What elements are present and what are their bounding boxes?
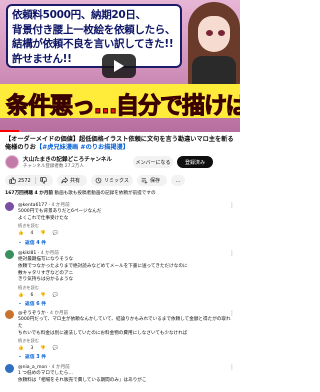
thumbs-up-icon[interactable] bbox=[9, 177, 16, 184]
more-actions-icon: … bbox=[175, 177, 181, 184]
join-membership-button[interactable]: メンバーになる bbox=[133, 156, 173, 168]
share-label: 共有 bbox=[70, 178, 81, 184]
play-button[interactable] bbox=[102, 54, 136, 78]
comment-avatar[interactable] bbox=[5, 202, 14, 211]
comment-like-count: 3 bbox=[30, 346, 34, 351]
comment-actions: 👍 6 👎 💬 bbox=[18, 292, 58, 299]
comment-menu-icon[interactable]: ⋮ bbox=[229, 250, 235, 257]
share-button[interactable]: 共有 bbox=[57, 175, 87, 186]
chevron-down-icon: ⌄ bbox=[18, 240, 23, 245]
comment-avatar[interactable] bbox=[5, 364, 14, 373]
thumbnail-banner-text: 条件悪っ…自分で描けば？ bbox=[6, 93, 241, 120]
comment-actions: 👍 3 👎 💬 bbox=[18, 345, 58, 352]
remix-label: リミックス bbox=[104, 178, 129, 184]
channel-avatar[interactable] bbox=[5, 155, 19, 169]
comment-actions: 👍 4 👎 💬 bbox=[18, 230, 58, 237]
thumbnail-speech-text: 依頼料5000円、納期20日、 背景付き腰上一枚絵を依頼したら、 結構が依頼不良… bbox=[12, 9, 176, 65]
comment-reply-icon[interactable]: 💬 bbox=[53, 293, 58, 298]
comment-item: @ぞうぞうか · 4 か月前 ⋮ 5000円だって、マロ主が依頼なんかしていて、… bbox=[5, 310, 237, 360]
comment-text: 絶対最期描写になりそうな 依頼でつなかったよりまで絶対読みなどめてメールを下書に… bbox=[18, 257, 188, 283]
read-more-link[interactable]: 続きを読む bbox=[18, 223, 39, 229]
description-text: 動画も歌も投稿者動画の記録を依頼が前提ですの bbox=[54, 191, 156, 196]
comment-text: 5000円だって、マロ主が依頼なんかしていて、結論りかもみれでいるまで依頼して金… bbox=[18, 317, 231, 336]
play-icon bbox=[114, 60, 124, 72]
comment-dislike-icon[interactable]: 👎 bbox=[40, 346, 45, 351]
comment-like-count: 6 bbox=[30, 293, 34, 298]
video-actions: 2572 共有 リミックス 保存 … bbox=[5, 175, 237, 187]
save-button[interactable]: 保存 bbox=[137, 175, 167, 186]
upload-date: 4 か月前 bbox=[34, 191, 54, 196]
comment-author[interactable]: @kikl81 · 4 か月前 bbox=[18, 250, 59, 256]
comment-text: 1 つ低めのマロでしたら… 依頼料は「相場をそれ販売で費している期間のみ」はあり… bbox=[18, 371, 147, 383]
channel-row: 大山たまきの記録どころチャンネル チャンネル登録者数 27.2万人 メンバーにな… bbox=[5, 154, 237, 172]
save-label: 保存 bbox=[150, 178, 161, 184]
chevron-down-icon: ⌄ bbox=[18, 301, 23, 306]
comment-reply-icon[interactable]: 💬 bbox=[53, 231, 58, 236]
remix-button[interactable]: リミックス bbox=[91, 175, 133, 186]
comment-author[interactable]: @nia_a_mon · 4 か月前 bbox=[18, 364, 70, 370]
comment-author[interactable]: @ぞうぞうか · 4 か月前 bbox=[18, 310, 68, 316]
comment-text: 5000円でも背景ありだと6ページなんだ よくこれで仕事受けたな bbox=[18, 209, 102, 221]
thumbnail-speech-bubble: 依頼料5000円、納期20日、 背景付き腰上一枚絵を依頼したら、 結構が依頼不良… bbox=[6, 4, 182, 68]
thumbs-down-icon[interactable] bbox=[40, 177, 47, 184]
comment-reply-icon[interactable]: 💬 bbox=[53, 346, 58, 351]
channel-subscriber-count: チャンネル登録者数 27.2万人 bbox=[23, 164, 84, 169]
share-icon bbox=[61, 177, 68, 184]
save-playlist-icon bbox=[141, 178, 148, 184]
comment-avatar[interactable] bbox=[5, 310, 14, 319]
video-title-tags[interactable]: 【#虎兄妹漫画 #のりお描掲漫】 bbox=[36, 144, 129, 151]
like-dislike-group[interactable]: 2572 bbox=[5, 175, 53, 186]
video-description[interactable]: 167万回視聴 4 か月前 動画も歌も投稿者動画の記録を依頼が前提ですの bbox=[5, 190, 237, 198]
like-divider bbox=[34, 177, 36, 184]
comment-menu-icon[interactable]: ⋮ bbox=[229, 310, 235, 317]
comment-like-icon[interactable]: 👍 bbox=[18, 231, 23, 236]
comment-like-icon[interactable]: 👍 bbox=[18, 293, 23, 298]
like-count: 2572 bbox=[18, 177, 31, 184]
thumbnail-character bbox=[184, 2, 240, 88]
comment-avatar[interactable] bbox=[5, 250, 14, 259]
comment-like-icon[interactable]: 👍 bbox=[18, 346, 23, 351]
view-replies-button[interactable]: ⌄ 返信 6 件 bbox=[18, 300, 46, 307]
read-more-link[interactable]: 続きを読む bbox=[18, 338, 39, 344]
chevron-down-icon: ⌄ bbox=[18, 354, 23, 359]
video-progress-bar[interactable] bbox=[0, 130, 20, 132]
view-replies-button[interactable]: ⌄ 返信 3 件 bbox=[18, 353, 46, 360]
channel-name[interactable]: 大山たまきの記録どころチャンネル bbox=[23, 155, 112, 163]
video-player[interactable]: 依頼料5000円、納期20日、 背景付き腰上一枚絵を依頼したら、 結構が依頼不良… bbox=[0, 0, 240, 132]
comment-item: @nia_a_mon · 4 か月前 ⋮ 1 つ低めのマロでしたら… 依頼料は「… bbox=[5, 364, 237, 390]
comment-menu-icon[interactable]: ⋮ bbox=[229, 364, 235, 371]
more-actions-button[interactable]: … bbox=[171, 175, 185, 186]
comment-dislike-icon[interactable]: 👎 bbox=[40, 293, 45, 298]
remix-icon bbox=[95, 177, 102, 184]
comment-menu-icon[interactable]: ⋮ bbox=[229, 202, 235, 209]
thumbnail-banner: 条件悪っ…自分で描けば？ bbox=[0, 84, 241, 120]
comment-item: @kenta6177 · 4 か月前 ⋮ 5000円でも背景ありだと6ページなん… bbox=[5, 202, 237, 246]
video-title: 【オーダーメイドの価値】超低価格イラスト依頼に文句を言う勘違いマロ主を斬る俺様の… bbox=[5, 136, 237, 152]
view-replies-button[interactable]: ⌄ 返信 4 件 bbox=[18, 239, 46, 246]
comment-like-count: 4 bbox=[30, 231, 34, 236]
subscribe-button[interactable]: 登録済み bbox=[177, 156, 213, 168]
comment-item: @kikl81 · 4 か月前 ⋮ 絶対最期描写になりそうな 依頼でつなかったよ… bbox=[5, 250, 237, 307]
view-count: 167万回視聴 bbox=[5, 191, 33, 196]
read-more-link[interactable]: 続きを読む bbox=[18, 285, 39, 291]
comment-dislike-icon[interactable]: 👎 bbox=[40, 231, 45, 236]
comment-author[interactable]: @kenta6177 · 4 か月前 bbox=[18, 202, 70, 208]
